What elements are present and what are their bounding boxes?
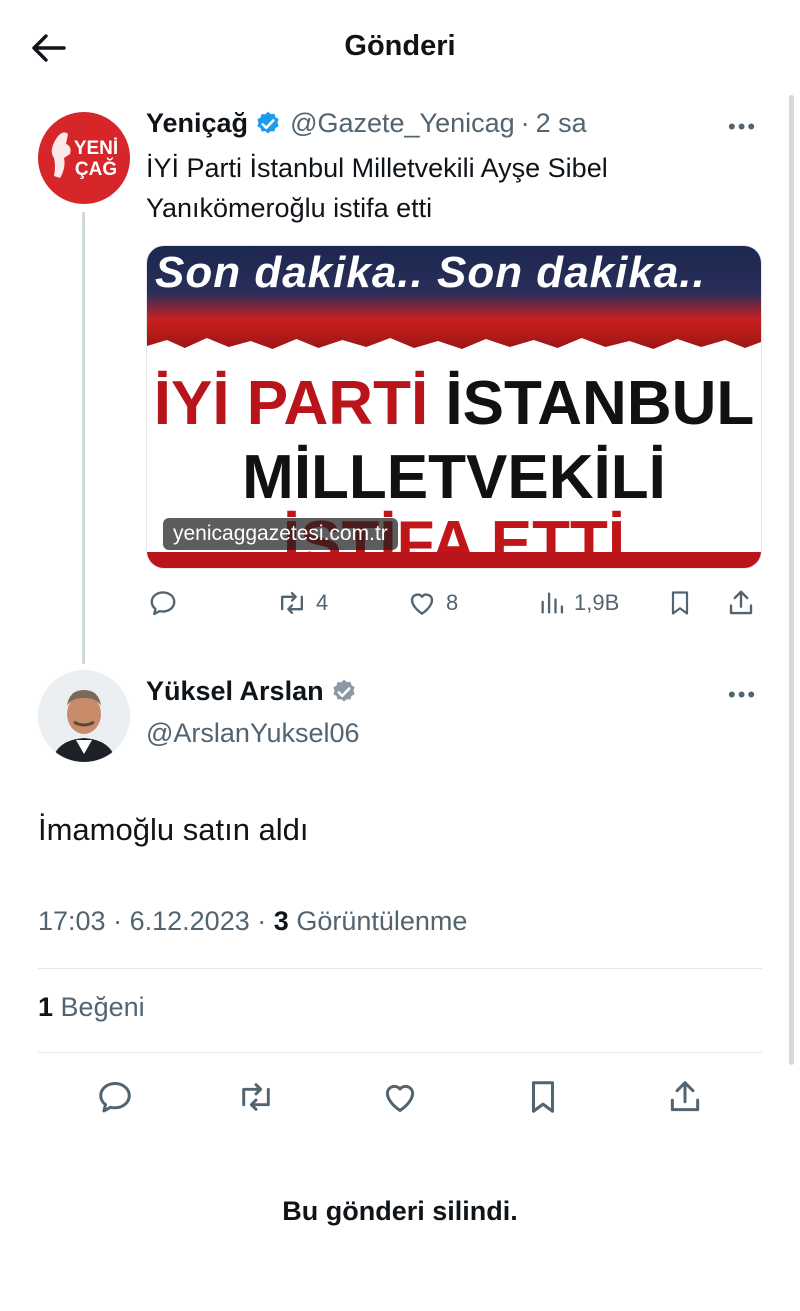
media-source-label[interactable]: yenicaggazetesi.com.tr [163,518,398,550]
share-icon [729,590,753,615]
deleted-post-notice: Bu gönderi silindi. [282,1196,518,1226]
repost-button[interactable]: 4 [276,588,328,618]
author-handle[interactable]: @ArslanYuksel06 [146,718,360,749]
likes-label: Beğeni [60,992,145,1022]
author-handle[interactable]: @Gazete_Yenicag [290,108,515,139]
media-headline-line1: İYİ PARTİ İSTANBUL [153,369,755,438]
main-tweet-text: İmamoğlu satın aldı [38,812,309,847]
torn-paper-edge [147,338,761,362]
person-photo [38,670,130,762]
meta-dot: · [257,906,267,936]
author-name[interactable]: Yüksel Arslan [146,676,324,707]
repost-count: 4 [316,590,329,615]
top-bar: Gönderi [0,0,800,96]
quoted-tweet-header: Yeniçağ @Gazete_Yenicag · 2 sa [146,108,587,139]
svg-text:ÇAĞ: ÇAĞ [75,158,117,180]
heart-icon [385,1084,415,1112]
views-button[interactable]: 1,9B [538,588,619,618]
divider [38,968,762,969]
main-tweet-handle-line: @ArslanYuksel06 [146,718,360,749]
like-button[interactable] [380,1078,420,1116]
repost-icon [242,1083,270,1111]
heart-icon [410,593,434,615]
tweet-media-card[interactable]: Son dakika.. Son dakika.. İYİ PARTİ İSTA… [146,245,762,569]
tweet-time[interactable]: 2 sa [536,108,587,139]
like-button[interactable]: 8 [406,588,458,618]
like-count: 8 [446,590,459,615]
views-count: 1,9B [574,590,620,615]
thread-connector [82,212,85,664]
divider [38,1052,762,1053]
verified-badge-icon [332,679,355,701]
yenicag-logo: YENİ ÇAĞ [51,132,118,180]
more-options-icon[interactable]: ••• [728,114,757,140]
likes-summary[interactable]: 1 Beğeni [38,992,145,1023]
tweet-metadata: 17:03 · 6.12.2023 · 3 Görüntülenme [38,906,467,937]
bookmark-button[interactable] [666,588,694,618]
reply-button[interactable] [148,588,178,618]
page-title: Gönderi [344,30,456,62]
banner-text: Son dakika.. Son dakika.. [155,248,706,297]
bookmark-icon [531,1081,555,1113]
media-headline-line2: MİLLETVEKİLİ [242,443,666,512]
yuksel-avatar[interactable] [38,670,130,762]
likes-count: 1 [38,992,54,1022]
share-icon [670,1081,700,1112]
reply-button[interactable] [96,1078,134,1116]
more-options-icon[interactable]: ••• [728,682,757,708]
reply-icon [150,591,176,616]
bookmark-button[interactable] [524,1078,562,1116]
separator-dot: · [520,108,530,138]
tweet-time[interactable]: 17:03 [38,906,106,936]
views-count: 3 [273,906,289,936]
share-button[interactable] [666,1078,704,1116]
media-bottom-strip [147,552,761,568]
scrollbar[interactable] [789,95,794,1065]
yenicag-avatar[interactable]: YENİ ÇAĞ [38,112,130,204]
repost-button[interactable] [236,1078,276,1116]
analytics-icon [541,592,564,614]
verified-badge-icon [257,111,279,133]
share-button[interactable] [726,588,756,618]
tweet-date[interactable]: 6.12.2023 [130,906,250,936]
author-name[interactable]: Yeniçağ [146,108,248,139]
repost-icon [280,591,304,615]
views-label: Görüntülenme [296,906,468,936]
bookmark-icon [671,591,689,615]
meta-dot: · [113,906,123,936]
reply-icon [99,1082,131,1113]
quoted-tweet-text: İYİ Parti İstanbul Milletvekili Ayşe Sib… [146,153,608,223]
svg-text:YENİ: YENİ [74,138,118,159]
main-tweet-author: Yüksel Arslan [146,676,366,707]
